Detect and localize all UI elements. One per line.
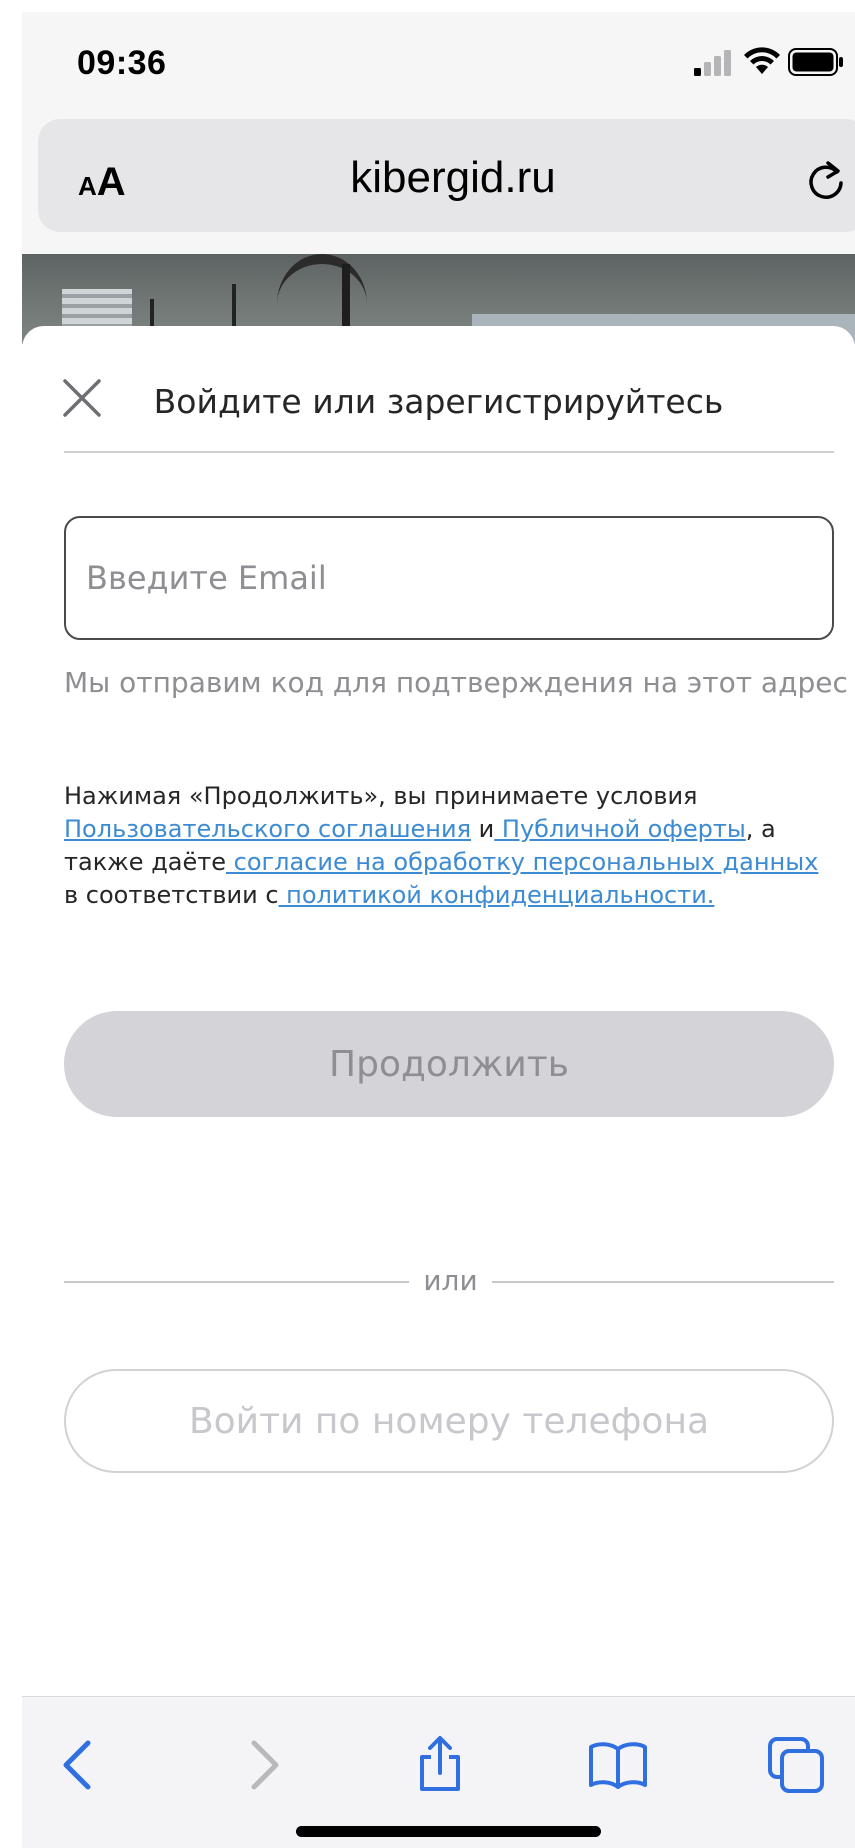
- screen: 09:36 A A kibergid.ru Войдите или зареги…: [0, 0, 855, 1848]
- phone-viewport: 09:36 A A kibergid.ru Войдите или зареги…: [22, 12, 855, 1848]
- bookmarks-icon[interactable]: [588, 1735, 648, 1795]
- wifi-icon: [744, 47, 780, 74]
- forward-icon[interactable]: [230, 1735, 290, 1795]
- terms-part2: и: [471, 815, 495, 843]
- terms-part4: в соответствии с: [64, 881, 279, 909]
- email-input[interactable]: [64, 516, 834, 640]
- url-text[interactable]: kibergid.ru: [38, 153, 855, 203]
- or-divider-right: [492, 1281, 834, 1283]
- or-label: или: [423, 1264, 478, 1297]
- reload-icon[interactable]: [804, 159, 848, 203]
- address-bar[interactable]: A A kibergid.ru: [38, 119, 855, 232]
- consent-link[interactable]: согласие на обработку персональных данны…: [226, 848, 819, 876]
- terms-text: Нажимая «Продолжить», вы принимаете усло…: [64, 780, 854, 912]
- modal-title: Войдите или зарегистрируйтесь: [153, 382, 724, 421]
- home-indicator: [296, 1826, 601, 1837]
- terms-part1: Нажимая «Продолжить», вы принимаете усло…: [64, 782, 698, 810]
- user-agreement-link[interactable]: Пользовательского соглашения: [64, 815, 471, 843]
- tabs-icon[interactable]: [766, 1735, 826, 1795]
- status-time: 09:36: [77, 44, 167, 82]
- privacy-policy-link[interactable]: политикой конфиденциальности.: [279, 881, 714, 909]
- status-bar: 09:36: [22, 12, 855, 117]
- phone-login-button[interactable]: Войти по номеру телефона: [64, 1369, 834, 1473]
- or-divider-left: [64, 1281, 409, 1283]
- back-icon[interactable]: [52, 1735, 112, 1795]
- public-offer-link[interactable]: Публичной оферты: [494, 815, 746, 843]
- continue-button[interactable]: Продолжить: [64, 1011, 834, 1117]
- login-modal: Войдите или зарегистрируйтесь Мы отправи…: [22, 326, 855, 1696]
- battery-icon: [788, 48, 843, 76]
- cellular-signal-icon: [694, 50, 731, 76]
- title-divider: [64, 451, 834, 453]
- email-hint: Мы отправим код для подтверждения на это…: [64, 666, 848, 699]
- share-icon[interactable]: [410, 1735, 470, 1795]
